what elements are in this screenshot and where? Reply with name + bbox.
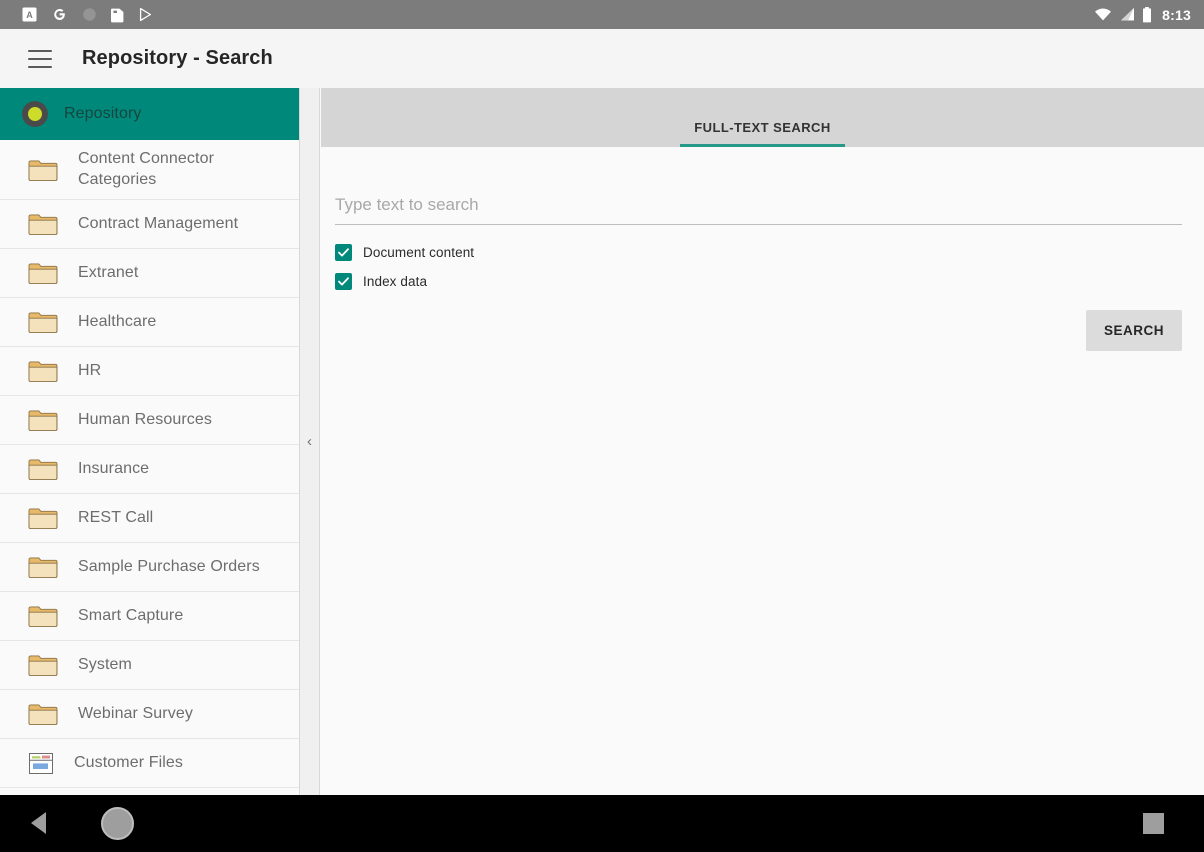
back-triangle-icon[interactable] (31, 812, 46, 834)
tab-bar: FULL-TEXT SEARCH (321, 88, 1204, 147)
checkbox-label: Index data (363, 274, 428, 289)
google-g-icon (54, 9, 65, 21)
status-notification-icons: A (22, 6, 153, 23)
sidebar-item-label: Extranet (78, 263, 139, 281)
status-system-icons: 8:13 (1094, 6, 1191, 23)
search-button-row: SEARCH (335, 310, 1182, 351)
sidebar-item-sample-purchase-orders[interactable]: Sample Purchase Orders (0, 543, 299, 592)
folder-icon (28, 655, 58, 677)
smart-folder-icon (29, 753, 53, 774)
sidebar-item-hr[interactable]: HR (0, 347, 299, 396)
sidebar-item-label: Repository (64, 104, 142, 122)
sidebar-item-label: Smart Capture (78, 606, 184, 624)
circle-icon (83, 8, 96, 21)
folder-icon (28, 508, 58, 530)
battery-icon (1143, 6, 1152, 22)
app-a-icon: A (22, 7, 37, 22)
sidebar-collapse-button[interactable]: ‹ (300, 88, 320, 795)
sidebar-item-insurance[interactable]: Insurance (0, 445, 299, 494)
sidebar-item-label: REST Call (78, 508, 154, 526)
body-area: Repository Content Connector Categories … (0, 88, 1204, 795)
screen: A 8:13 Repository - Search Repository Co… (0, 0, 1204, 852)
sidebar-item-repository[interactable]: Repository (0, 88, 299, 140)
repository-tree-sidebar[interactable]: Repository Content Connector Categories … (0, 88, 300, 795)
folder-icon (28, 159, 58, 181)
sim-card-icon (111, 8, 124, 22)
folder-icon (28, 312, 58, 334)
sidebar-item-label: HR (78, 361, 102, 379)
check-icon (338, 248, 349, 257)
android-status-bar: A 8:13 (0, 0, 1204, 29)
sidebar-item-label: Webinar Survey (78, 704, 193, 722)
folder-icon (28, 214, 58, 236)
sidebar-item-customer-files[interactable]: Customer Files (0, 739, 299, 788)
app-bar: Repository - Search (0, 29, 1204, 88)
search-input-wrapper (335, 195, 1182, 225)
sidebar-item-healthcare[interactable]: Healthcare (0, 298, 299, 347)
android-navigation-bar (0, 795, 1204, 852)
folder-icon (28, 263, 58, 285)
search-form: Document content Index data SEARCH (321, 147, 1204, 351)
sidebar-item-label: Content Connector Categories (78, 150, 215, 188)
folder-icon (28, 704, 58, 726)
search-options: Document content Index data (335, 244, 1182, 290)
home-circle-icon[interactable] (101, 807, 134, 840)
sidebar-item-label: Human Resources (78, 410, 212, 428)
wifi-icon (1095, 8, 1112, 21)
sidebar-item-label: System (78, 655, 132, 673)
status-time: 8:13 (1162, 6, 1191, 23)
sidebar-item-webinar-survey[interactable]: Webinar Survey (0, 690, 299, 739)
page-title: Repository - Search (82, 47, 273, 69)
signal-icon (1121, 8, 1135, 21)
sidebar-item-smart-capture[interactable]: Smart Capture (0, 592, 299, 641)
tab-full-text-search[interactable]: FULL-TEXT SEARCH (674, 120, 850, 147)
sidebar-item-label: Healthcare (78, 312, 157, 330)
recents-square-icon[interactable] (1143, 813, 1164, 834)
sidebar-item-content-connector-categories[interactable]: Content Connector Categories (0, 140, 299, 200)
folder-icon (28, 410, 58, 432)
search-button[interactable]: SEARCH (1085, 310, 1182, 351)
play-store-icon (139, 7, 152, 22)
sidebar-item-rest-call[interactable]: REST Call (0, 494, 299, 543)
check-icon (338, 277, 349, 286)
tab-label: FULL-TEXT SEARCH (694, 120, 831, 135)
folder-icon (28, 459, 58, 481)
svg-text:A: A (26, 10, 33, 20)
checkbox-row-document-content[interactable]: Document content (335, 244, 1182, 261)
sidebar-item-human-resources[interactable]: Human Resources (0, 396, 299, 445)
checkbox-document-content[interactable] (335, 244, 352, 261)
hamburger-menu-icon[interactable] (28, 49, 52, 68)
folder-icon (28, 557, 58, 579)
sidebar-item-label: Insurance (78, 459, 150, 477)
folder-icon (28, 606, 58, 628)
repository-icon (22, 101, 48, 127)
sidebar-item-label: Customer Files (74, 753, 183, 771)
folder-icon (28, 361, 58, 383)
sidebar-item-extranet[interactable]: Extranet (0, 249, 299, 298)
search-input[interactable] (335, 195, 1182, 225)
sidebar-item-system[interactable]: System (0, 641, 299, 690)
checkbox-row-index-data[interactable]: Index data (335, 273, 1182, 290)
sidebar-item-label: Contract Management (78, 214, 239, 232)
checkbox-label: Document content (363, 245, 475, 260)
chevron-left-icon: ‹ (307, 433, 312, 450)
sidebar-item-label: Sample Purchase Orders (78, 557, 260, 575)
checkbox-index-data[interactable] (335, 273, 352, 290)
sidebar-item-contract-management[interactable]: Contract Management (0, 200, 299, 249)
main-panel: FULL-TEXT SEARCH Document content (321, 88, 1204, 795)
